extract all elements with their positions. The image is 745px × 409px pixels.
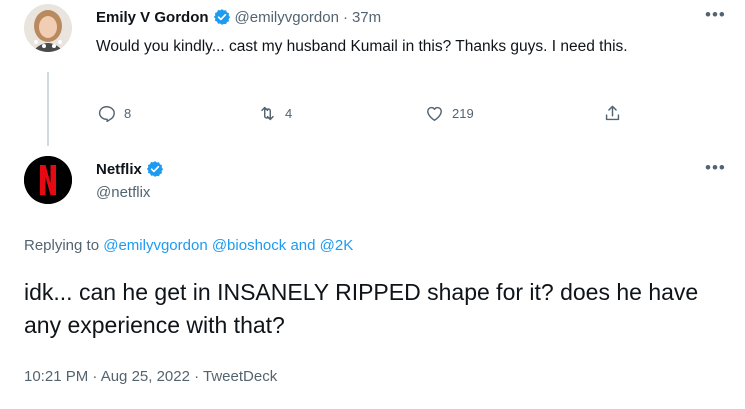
replying-to-line: Replying to @emilyvgordon @bioshock and …	[24, 237, 353, 254]
display-name[interactable]: Emily V Gordon	[96, 9, 209, 26]
reply-tweet-header: Emily V Gordon @emilyvgordon · 37m	[96, 8, 381, 26]
avatar-image	[24, 4, 72, 52]
replying-to-label: Replying to	[24, 237, 100, 254]
main-tweet-text: idk... can he get in INSANELY RIPPED sha…	[24, 279, 699, 338]
verified-icon	[146, 161, 163, 177]
netflix-logo	[24, 156, 72, 204]
retweet-button[interactable]: 4	[258, 104, 292, 123]
retweet-count: 4	[285, 106, 293, 121]
and-word: and	[290, 237, 316, 254]
time[interactable]: 37m	[352, 9, 381, 26]
like-icon	[427, 106, 442, 121]
like-count: 219	[452, 106, 474, 121]
verified-icon	[213, 9, 230, 25]
display-name[interactable]: Netflix	[96, 161, 142, 178]
reply-button[interactable]: 8	[97, 104, 131, 123]
avatar-emily[interactable]	[24, 4, 72, 52]
handle[interactable]: @netflix	[96, 184, 150, 201]
tweet-timestamp[interactable]: 10:21 PM · Aug 25, 2022 · TweetDeck	[24, 368, 277, 385]
retweet-icon	[261, 106, 274, 121]
avatar-netflix[interactable]	[24, 156, 72, 204]
mention-bioshock[interactable]: @bioshock	[212, 237, 286, 254]
more-icon[interactable]: •••	[705, 159, 726, 176]
handle[interactable]: @emilyvgordon	[235, 9, 339, 26]
share-button[interactable]	[603, 104, 622, 123]
thread-connector-line	[47, 72, 49, 146]
reply-icon	[98, 106, 115, 123]
reply-tweet-text: Would you kindly... cast my husband Kuma…	[96, 38, 628, 55]
more-icon[interactable]: •••	[705, 6, 726, 23]
mention-emilyvgordon[interactable]: @emilyvgordon	[103, 237, 207, 254]
mention-2k[interactable]: @2K	[320, 237, 354, 254]
share-icon	[605, 105, 620, 121]
like-button[interactable]: 219	[425, 104, 474, 123]
separator: ·	[342, 8, 348, 26]
main-tweet-header: Netflix	[96, 160, 164, 178]
reply-count: 8	[124, 106, 132, 121]
